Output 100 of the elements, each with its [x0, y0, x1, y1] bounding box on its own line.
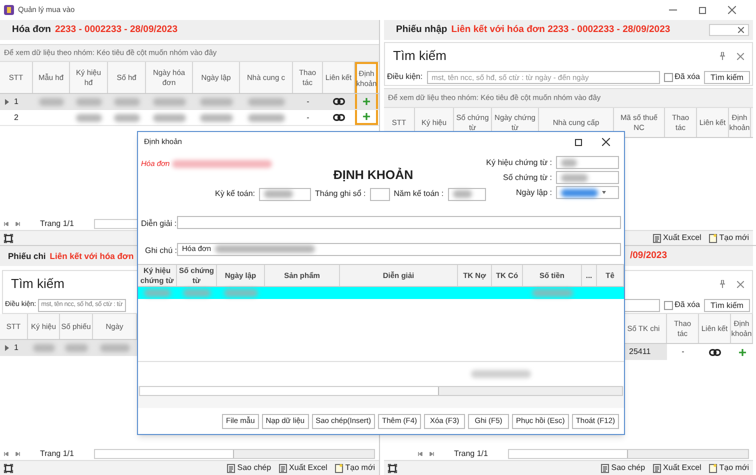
- row-number: 1: [14, 342, 18, 354]
- panel-subtitle: Liên kết với hóa đơn: [50, 250, 134, 262]
- blurred-value: [532, 289, 574, 297]
- sticky-note-icon: [709, 234, 718, 242]
- input-field[interactable]: [177, 216, 621, 228]
- panel-title: Phiếu nhập: [396, 22, 448, 37]
- plus-icon[interactable]: [363, 98, 370, 105]
- blurred-value: [248, 114, 286, 122]
- input-field[interactable]: [259, 188, 312, 201]
- field-label: Năm kế toán :: [394, 188, 444, 200]
- clipboard-icon: [227, 464, 236, 472]
- checkbox[interactable]: [664, 300, 673, 310]
- panel-title: Phiếu chi: [8, 250, 46, 262]
- fit-window-icon[interactable]: [4, 464, 13, 472]
- field-label: Kỳ kế toán:: [215, 188, 256, 200]
- new-button[interactable]: Tạo mới: [345, 462, 375, 474]
- spreadsheet-icon: [653, 234, 662, 242]
- page-indicator: Trang 1/1: [40, 448, 74, 460]
- fit-window-icon[interactable]: [388, 464, 397, 472]
- first-page-icon[interactable]: [4, 222, 10, 226]
- row-number: 2: [14, 112, 18, 124]
- blurred-value: [64, 344, 88, 352]
- blurred-value: [76, 98, 102, 106]
- checkbox[interactable]: [664, 72, 673, 82]
- table-row[interactable]: 1 -: [0, 94, 379, 110]
- app-icon: [4, 5, 14, 15]
- maximize-icon[interactable]: [699, 6, 706, 14]
- copy-button[interactable]: Sao chép: [237, 462, 272, 474]
- new-button[interactable]: Tạo mới: [719, 232, 749, 244]
- last-page-icon[interactable]: [428, 452, 434, 456]
- blurred-value: [153, 114, 186, 122]
- input-field[interactable]: [556, 156, 619, 169]
- horizontal-scrollbar[interactable]: [139, 386, 623, 396]
- spreadsheet-icon: [279, 464, 288, 472]
- horizontal-scrollbar[interactable]: [508, 449, 749, 459]
- input-field[interactable]: [448, 188, 486, 201]
- panel-subtitle: 2233 - 0002233 - 28/09/2023: [54, 22, 178, 37]
- last-page-icon[interactable]: [14, 222, 20, 226]
- horizontal-scrollbar[interactable]: [94, 449, 375, 459]
- chain-link-icon[interactable]: [333, 98, 345, 105]
- blurred-value: [471, 370, 531, 378]
- field-label: Số chứng từ :: [503, 172, 552, 184]
- blurred-value: [200, 114, 233, 122]
- dropdown-arrow-icon: [602, 191, 606, 194]
- first-page-icon[interactable]: [4, 452, 10, 456]
- first-page-icon[interactable]: [418, 452, 424, 456]
- pin-icon[interactable]: [720, 52, 725, 60]
- pin-icon[interactable]: [720, 280, 725, 288]
- blurred-value: [561, 158, 577, 166]
- blurred-value: [561, 188, 598, 196]
- copy-button[interactable]: Sao chép: [611, 462, 646, 474]
- close-icon[interactable]: [728, 6, 736, 14]
- table-cell: -: [306, 112, 310, 124]
- blurred-value: [38, 98, 64, 106]
- close-icon: [738, 27, 744, 33]
- blurred-value: [153, 98, 186, 106]
- last-page-icon[interactable]: [14, 452, 20, 456]
- panel-subtitle: Liên kết với hóa đơn 2233 - 0002233 - 28/09/2023: [451, 22, 670, 37]
- maximize-icon[interactable]: [575, 138, 582, 146]
- sticky-note-icon: [335, 464, 344, 472]
- minimize-icon[interactable]: [669, 9, 677, 11]
- blurred-value: [76, 114, 102, 122]
- table-cell: 25411: [629, 346, 651, 358]
- checkbox-label: Đã xóa: [674, 299, 700, 311]
- input-field[interactable]: [370, 188, 390, 201]
- field-label: Tháng ghi sổ :: [315, 188, 366, 200]
- table-row[interactable]: 2 -: [0, 110, 379, 126]
- plus-icon[interactable]: [738, 348, 746, 356]
- search-title: Tìm kiếm: [11, 275, 64, 294]
- date-dropdown[interactable]: [556, 186, 619, 199]
- field-label: Ngày lập :: [516, 186, 552, 198]
- blurred-value: [183, 289, 211, 297]
- export-excel-button[interactable]: Xuất Excel: [289, 462, 328, 474]
- field-label: Diễn giải :: [141, 219, 177, 228]
- blurred-value: [114, 98, 140, 106]
- export-excel-button[interactable]: Xuất Excel: [663, 232, 702, 244]
- panel-subtitle: /09/2023: [630, 248, 667, 263]
- sticky-note-icon: [709, 464, 718, 472]
- blurred-value: [264, 190, 294, 198]
- close-icon[interactable]: [602, 138, 610, 146]
- blurred-value: [32, 344, 56, 352]
- search-button[interactable]: Tìm kiếm: [704, 298, 750, 312]
- panel-title: Hóa đơn: [12, 22, 51, 37]
- blurred-value: [114, 114, 140, 122]
- blurred-value: [200, 98, 233, 106]
- export-excel-button[interactable]: Xuất Excel: [663, 462, 702, 474]
- search-button[interactable]: Tìm kiếm: [704, 70, 750, 84]
- field-label: Ký hiệu chứng từ :: [486, 156, 552, 168]
- search-title: Tìm kiếm: [393, 47, 446, 66]
- dialog-heading: ĐỊNH KHOẢN: [333, 166, 414, 184]
- chain-link-icon[interactable]: [709, 348, 721, 356]
- plus-icon[interactable]: [363, 113, 370, 120]
- fit-window-icon[interactable]: [4, 234, 13, 242]
- blurred-value: [561, 174, 588, 182]
- chain-link-icon[interactable]: [333, 114, 345, 121]
- input-field[interactable]: [556, 171, 619, 184]
- clear-field-button[interactable]: [709, 24, 749, 36]
- page-indicator: Trang 1/1: [40, 218, 74, 230]
- new-button[interactable]: Tạo mới: [719, 462, 749, 474]
- row-number: 1: [14, 96, 18, 108]
